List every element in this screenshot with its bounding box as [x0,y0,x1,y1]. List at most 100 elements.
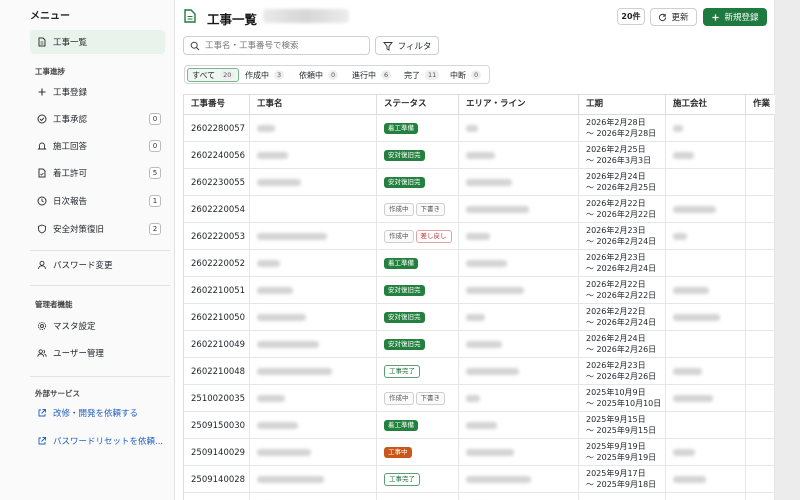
redacted-text [673,368,702,375]
column-header-id[interactable]: 工事番号 [184,95,250,115]
cell-company [666,196,746,223]
tab-draft[interactable]: 作成中 3 [241,68,288,82]
cell-company [666,250,746,277]
search-input[interactable] [205,40,365,51]
period-start: 2026年2月23日 [586,253,646,262]
sidebar-item-answer[interactable]: 施工回答 0 [30,134,165,158]
table-row[interactable]: 2602230055 安対復旧完 2026年2月24日〜 2026年2月25日 [184,169,775,196]
divider [30,285,170,286]
cell-status: 着工準備 [377,115,459,142]
sidebar-link-password-reset[interactable]: パスワードリセットを依頼... [30,429,165,453]
search-box[interactable] [183,36,370,55]
sidebar-item-label: 日次報告 [53,197,88,207]
external-link-icon [37,408,47,418]
refresh-button[interactable]: 更新 [650,8,697,26]
cell-company [666,493,746,500]
sidebar-link-request-development[interactable]: 改修・開発を依頼する [30,401,165,425]
column-header-company[interactable]: 施工会社 [666,95,746,115]
table-row[interactable]: 2602210050 安対復旧完 2026年2月22日〜 2026年2月24日 [184,304,775,331]
sidebar-item-safety-recovery[interactable]: 安全対策復旧 2 [30,217,165,241]
redacted-text [466,368,519,375]
sidebar-item-register[interactable]: 工事登録 [30,80,165,104]
sidebar-item-start-permit[interactable]: 着工許可 5 [30,161,165,185]
status-badge: 着工準備 [384,420,418,431]
cell-project-id: 2509140029 [184,439,250,466]
cell-status: 安対復旧完 [377,277,459,304]
sidebar-item-project-list[interactable]: 工事一覧 [30,30,165,54]
table-row[interactable]: 2602220054 作成中 下書き 2026年2月22日〜 2026年2月22日 [184,196,775,223]
column-header-status[interactable]: ステータス [377,95,459,115]
redacted-text [466,314,485,321]
sidebar-item-user-management[interactable]: ユーザー管理 [30,341,165,365]
redacted-text [466,476,531,483]
column-header-period[interactable]: 工期 [579,95,666,115]
cell-status: 作成中 差し戻し [377,223,459,250]
cell-project-name [250,331,377,358]
tab-label: すべて [192,70,216,80]
tab-in-progress[interactable]: 進行中 6 [348,68,395,82]
new-register-button[interactable]: 新規登録 [703,8,767,26]
project-id: 2602220054 [191,204,246,215]
sidebar-item-password-change[interactable]: パスワード変更 [30,253,165,277]
cell-project-name [250,115,377,142]
cell-status [377,493,459,500]
table-row[interactable]: 2510020035 作成中 下書き 2025年10月9日〜 2025年10月10日 [184,385,775,412]
new-register-label: 新規登録 [724,13,759,23]
cell-area-line [459,142,579,169]
sidebar-item-label: 改修・開発を依頼する [53,409,139,419]
table-row[interactable]: 2602220052 着工準備 2026年2月23日〜 2026年2月24日 [184,250,775,277]
table-row[interactable]: 2602210049 安対復旧完 2026年2月24日〜 2026年2月26日 [184,331,775,358]
period-end: 〜 2025年9月18日 [586,479,657,489]
cell-project-name [250,493,377,500]
period-start: 2026年2月24日 [586,334,646,343]
column-header-name[interactable]: 工事名 [250,95,377,115]
tab-suspended[interactable]: 中断 0 [446,68,485,82]
table-row[interactable]: 2602280057 着工準備 2026年2月28日〜 2026年2月28日 [184,115,775,142]
table-row[interactable]: 2509140028 工事完了 2025年9月17日〜 2025年9月18日 [184,466,775,493]
table-row[interactable]: 2025年9月16日 [184,493,775,500]
table-row[interactable]: 2602210048 工事完了 2026年2月23日〜 2026年2月26日 [184,358,775,385]
status-badge: 安対復旧完 [384,339,425,350]
cell-period: 2025年10月9日〜 2025年10月10日 [579,385,666,412]
redacted-text [673,395,713,402]
cell-area-line [459,304,579,331]
period-start: 2025年9月17日 [586,469,646,478]
sidebar-item-label: 工事一覧 [53,38,88,48]
period-start: 2025年10月9日 [586,388,646,397]
column-header-area[interactable]: エリア・ライン [459,95,579,115]
count-badge: 2 [149,223,161,235]
cell-area-line [459,115,579,142]
column-header-work[interactable]: 作業 [746,95,775,115]
cell-project-id: 2602220053 [184,223,250,250]
status-badge: 安対復旧完 [384,312,425,323]
cell-project-id: 2602210048 [184,358,250,385]
project-id: 2509140028 [191,474,246,485]
table-row[interactable]: 2602210051 安対復旧完 2026年2月22日〜 2026年2月22日 [184,277,775,304]
table-row[interactable]: 2602220053 作成中 差し戻し 2026年2月23日〜 2026年2月24日 [184,223,775,250]
cell-area-line [459,466,579,493]
filter-button[interactable]: フィルタ [375,36,439,55]
cell-work [746,169,775,196]
table-row[interactable]: 2509150030 着工準備 2025年9月15日〜 2025年9月15日 [184,412,775,439]
cell-project-name [250,439,377,466]
tab-completed[interactable]: 完了 11 [400,68,443,82]
cell-status: 安対復旧完 [377,331,459,358]
sidebar-title: メニュー [30,11,70,22]
sidebar-item-approval[interactable]: 工事承認 0 [30,107,165,131]
cell-status: 着工準備 [377,412,459,439]
project-id: 2602280057 [191,123,246,134]
tab-all[interactable]: すべて 20 [187,68,240,82]
cell-company [666,412,746,439]
sidebar-item-label: ユーザー管理 [53,349,104,359]
tab-requesting[interactable]: 依頼中 0 [295,68,342,82]
table-row[interactable]: 2602240056 安対復旧完 2026年2月25日〜 2026年3月3日 [184,142,775,169]
table-row[interactable]: 2509140029 工事中 2025年9月19日〜 2025年9月19日 [184,439,775,466]
sidebar-item-daily-report[interactable]: 日次報告 1 [30,189,165,213]
cell-period: 2025年9月17日〜 2025年9月18日 [579,466,666,493]
cell-status: 工事中 [377,439,459,466]
cell-area-line [459,169,579,196]
project-id: 2602210050 [191,312,246,323]
sidebar-item-master-settings[interactable]: マスタ設定 [30,314,165,338]
project-id: 2602230055 [191,177,246,188]
sidebar-item-label: 施工回答 [53,142,88,152]
